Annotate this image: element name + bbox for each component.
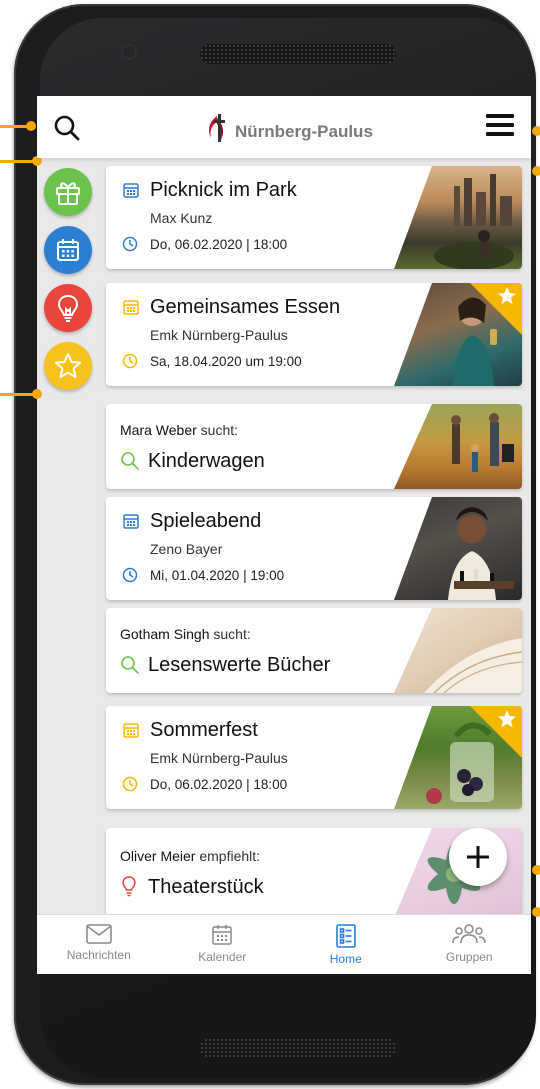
star-icon (498, 710, 516, 728)
city-skyline-image (434, 174, 514, 269)
tab-label: Kalender (198, 950, 247, 964)
home-list-icon (335, 924, 356, 948)
star-icon (55, 353, 81, 378)
side-button-gift[interactable] (44, 168, 92, 216)
mail-icon (85, 924, 112, 944)
callout-dot (532, 166, 540, 176)
groups-icon (452, 924, 486, 944)
chess-game-image (448, 507, 514, 600)
speaker-grille-bottom (200, 1038, 396, 1058)
search-icon (121, 656, 139, 674)
lightbulb-icon (122, 876, 136, 897)
event-organizer: Emk Nürnberg-Paulus (150, 750, 288, 766)
calendar-icon (123, 183, 139, 198)
search-icon (121, 452, 139, 470)
callout-dot (532, 126, 540, 136)
side-button-calendar[interactable] (44, 226, 92, 274)
speaker-grille-top (200, 44, 396, 64)
event-card[interactable]: Gemeinsames Essen Emk Nürnberg-Paulus Sa… (106, 283, 522, 386)
clock-icon (122, 236, 138, 252)
calendar-icon (57, 239, 79, 261)
callout-line (0, 393, 34, 396)
event-organizer: Zeno Bayer (150, 541, 223, 557)
post-verb: sucht: (213, 626, 251, 642)
star-icon (498, 287, 516, 305)
side-button-recommend[interactable] (44, 284, 92, 332)
callout-dot (532, 865, 540, 875)
event-card[interactable]: Spieleabend Zeno Bayer Mi, 01.04.2020 | … (106, 497, 522, 600)
calendar-icon (212, 925, 232, 945)
event-title: Sommerfest (150, 719, 258, 741)
calendar-icon (123, 514, 139, 529)
callout-dot (26, 121, 36, 131)
event-date: Mi, 01.04.2020 | 19:00 (150, 568, 285, 583)
post-author: Mara Weber sucht: (120, 422, 238, 438)
post-author: Gotham Singh sucht: (120, 626, 251, 642)
event-organizer: Max Kunz (150, 210, 213, 226)
event-card[interactable]: Picknick im Park Max Kunz Do, 06.02.2020… (106, 166, 522, 269)
calendar-icon (123, 300, 139, 315)
plus-icon (467, 846, 489, 868)
event-organizer: Emk Nürnberg-Paulus (150, 327, 288, 343)
callout-dot (532, 907, 540, 917)
event-image (394, 166, 522, 269)
church-cross-flame-icon (209, 114, 225, 142)
app-logo-text: Nürnberg-Paulus (235, 122, 373, 141)
post-title: Lesenswerte Bücher (148, 654, 331, 676)
add-button[interactable] (449, 828, 507, 886)
callout-line (0, 160, 34, 163)
event-title: Gemeinsames Essen (150, 296, 341, 318)
tab-home[interactable]: Home (284, 915, 408, 974)
gift-icon (56, 182, 80, 205)
search-button[interactable] (51, 112, 83, 144)
app-screen: Nürnberg-Paulus Picknick im Park Max Kun… (37, 96, 531, 974)
post-card[interactable]: Gotham Singh sucht: Lesenswerte Bücher (106, 608, 522, 693)
tab-label: Gruppen (445, 950, 493, 964)
search-icon (54, 115, 80, 141)
event-card[interactable]: Sommerfest Emk Nürnberg-Paulus Do, 06.02… (106, 706, 522, 809)
event-title: Spieleabend (150, 510, 262, 532)
tab-label: Home (329, 952, 362, 966)
event-date: Do, 06.02.2020 | 18:00 (150, 237, 288, 252)
tab-gruppen[interactable]: Gruppen (408, 915, 532, 974)
top-bar: Nürnberg-Paulus (37, 96, 531, 158)
menu-button[interactable] (483, 110, 517, 140)
post-verb: empfiehlt: (199, 848, 261, 864)
bottom-navigation: Nachrichten Kalender Home Gruppen (37, 914, 531, 974)
clock-icon (122, 353, 138, 369)
post-author-name: Gotham Singh (120, 626, 210, 642)
app-logo: Nürnberg-Paulus (203, 110, 373, 146)
post-author: Oliver Meier empfiehlt: (120, 848, 260, 864)
post-verb: sucht: (200, 422, 239, 438)
event-title: Picknick im Park (150, 179, 297, 201)
post-title: Theaterstück (148, 876, 264, 898)
post-card[interactable]: Mara Weber sucht: Kinderwagen (106, 404, 522, 489)
event-date: Sa, 18.04.2020 um 19:00 (150, 354, 302, 369)
open-book-image (424, 638, 522, 693)
hamburger-menu-icon (486, 114, 514, 136)
post-image (394, 608, 522, 693)
tab-kalender[interactable]: Kalender (161, 915, 285, 974)
family-walk-image (451, 413, 514, 472)
post-title: Kinderwagen (148, 450, 265, 472)
callout-dot (32, 389, 42, 399)
post-author-name: Oliver Meier (120, 848, 196, 864)
event-image (394, 497, 522, 600)
lightbulb-icon (57, 294, 79, 322)
side-button-favorites[interactable] (44, 342, 92, 390)
clock-icon (122, 567, 138, 583)
calendar-icon (123, 723, 139, 738)
event-date: Do, 06.02.2020 | 18:00 (150, 777, 288, 792)
tab-label: Nachrichten (66, 948, 131, 962)
tab-nachrichten[interactable]: Nachrichten (37, 915, 161, 974)
post-author-name: Mara Weber (120, 422, 197, 438)
camera-icon (123, 46, 135, 58)
clock-icon (122, 776, 138, 792)
post-image (394, 404, 522, 489)
